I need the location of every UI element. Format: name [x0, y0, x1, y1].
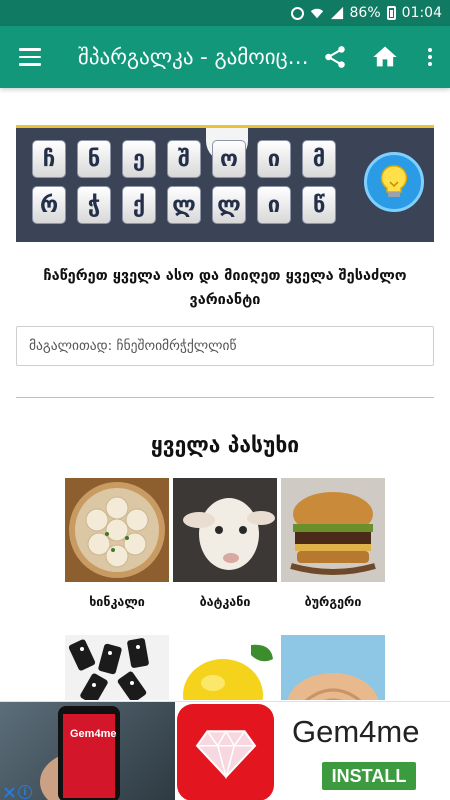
letter-tile: ი — [257, 140, 291, 178]
khinkali-image — [65, 478, 169, 582]
letter-tile: ჩ — [32, 140, 66, 178]
answer-label: ბატკანი — [199, 594, 251, 609]
close-icon[interactable] — [2, 785, 16, 799]
answer-label: ხინკალი — [89, 594, 145, 609]
answer-card-dough[interactable] — [281, 635, 385, 700]
more-vert-icon[interactable] — [410, 26, 450, 88]
main-content: ჩნეშოიმ რჭქლლიწ ჩაწერეთ ყველა ასო და მიი… — [0, 88, 450, 700]
letter-tile: წ — [302, 186, 336, 224]
status-bar: 86% 01:04 — [0, 0, 450, 26]
dominoes-image — [65, 635, 169, 700]
letter-tile: ნ — [77, 140, 111, 178]
divider — [16, 397, 434, 398]
letter-tile: ი — [257, 186, 291, 224]
instruction-text: ჩაწერეთ ყველა ასო და მიიღეთ ყველა შესაძლ… — [43, 268, 407, 308]
wifi-icon — [310, 8, 323, 19]
app-bar: შპარგალკა - გამოიცანი სიტყვა — [0, 26, 450, 88]
battery-percent: 86% — [349, 5, 381, 21]
battery-icon — [386, 6, 396, 20]
install-button[interactable]: INSTALL — [322, 762, 416, 790]
letter-tile: ლ — [212, 186, 246, 224]
answers-heading: ყველა პასუხი — [150, 433, 300, 457]
letters-input[interactable] — [16, 326, 434, 366]
info-icon[interactable]: i — [18, 785, 32, 799]
lemon-image — [173, 635, 277, 700]
clock: 01:04 — [401, 5, 442, 21]
answer-card-burgeri[interactable]: ბურგერი — [281, 478, 385, 609]
letter-tile: ქ — [122, 186, 156, 224]
share-icon[interactable] — [310, 26, 360, 88]
lightbulb-icon — [364, 152, 424, 212]
letter-tile: შ — [167, 140, 201, 178]
letter-tile: ე — [122, 140, 156, 178]
answer-label: ბურგერი — [304, 594, 362, 609]
lamb-image — [173, 478, 277, 582]
answer-card-khinkali[interactable]: ხინკალი — [65, 478, 169, 609]
answer-card-dominoes[interactable] — [65, 635, 169, 700]
home-icon[interactable] — [360, 26, 410, 88]
letter-tile: ო — [212, 140, 246, 178]
game-banner: ჩნეშოიმ რჭქლლიწ — [16, 125, 434, 242]
ad-phone-label: Gem4me — [70, 728, 117, 740]
letter-tile: ჭ — [77, 186, 111, 224]
burger-image — [281, 478, 385, 582]
gem-icon — [177, 704, 274, 800]
signal-icon — [330, 6, 343, 20]
ad-app-name: Gem4me — [292, 714, 420, 749]
ad-banner[interactable]: Gem4me Gem4me INSTALL i — [0, 701, 450, 800]
page-title: შპარგალკა - გამოიცანი სიტყვა — [78, 45, 310, 69]
answer-card-batkani[interactable]: ბატკანი — [173, 478, 277, 609]
answer-card-lemon[interactable] — [173, 635, 277, 700]
letter-tile: მ — [302, 140, 336, 178]
letter-tile: ლ — [167, 186, 201, 224]
dough-image — [281, 635, 385, 700]
alarm-icon — [290, 6, 304, 20]
menu-icon[interactable] — [0, 26, 60, 88]
letter-tile: რ — [32, 186, 66, 224]
